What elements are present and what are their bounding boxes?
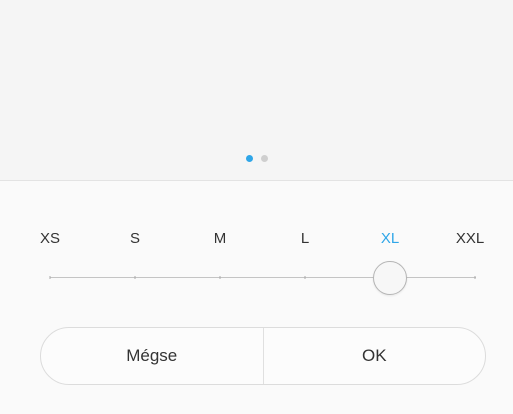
size-labels: XS S M L XL XXL — [0, 230, 513, 250]
page-indicator — [0, 155, 513, 165]
slider-tick — [134, 276, 136, 279]
preview-area — [0, 0, 513, 180]
slider-track[interactable] — [50, 277, 476, 278]
divider — [0, 180, 513, 181]
size-option-m[interactable]: M — [214, 230, 227, 247]
slider-tick — [474, 276, 476, 279]
size-option-s[interactable]: S — [130, 230, 140, 247]
size-option-xs[interactable]: XS — [40, 230, 60, 247]
slider-tick — [219, 276, 221, 279]
page-dot-1[interactable] — [245, 155, 253, 162]
font-size-slider[interactable] — [49, 261, 476, 295]
dialog-button-group: Mégse OK — [40, 327, 486, 385]
page-dot-2[interactable] — [260, 155, 268, 162]
ok-button[interactable]: OK — [264, 328, 486, 384]
slider-tick — [49, 276, 51, 279]
cancel-button[interactable]: Mégse — [41, 328, 263, 384]
size-option-xl[interactable]: XL — [381, 230, 399, 247]
size-option-xxl[interactable]: XXL — [456, 230, 484, 247]
slider-thumb[interactable] — [373, 261, 407, 295]
slider-tick — [304, 276, 306, 279]
size-option-l[interactable]: L — [301, 230, 309, 247]
